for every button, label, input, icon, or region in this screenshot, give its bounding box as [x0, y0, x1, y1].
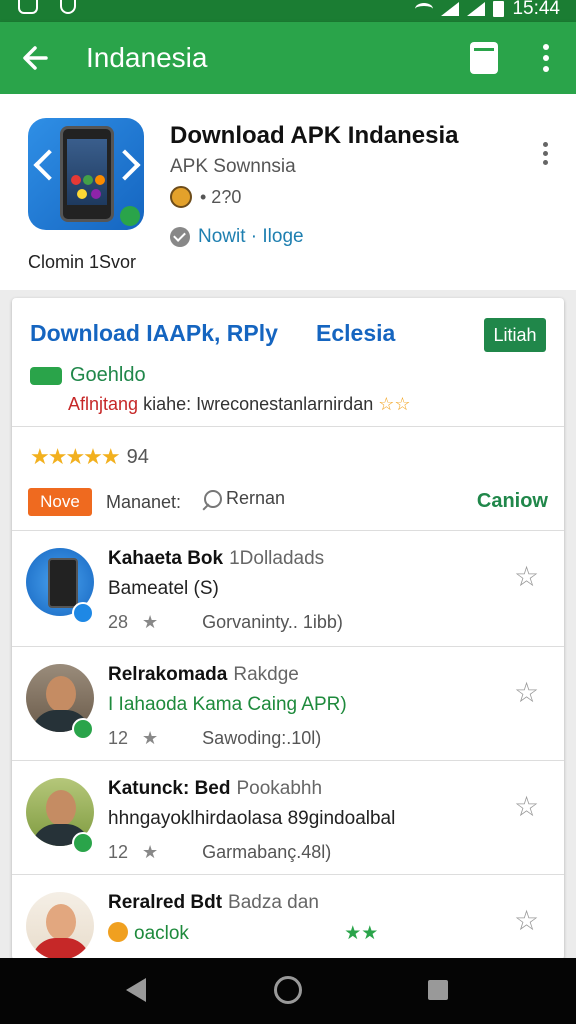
system-nav-bar: [0, 958, 576, 1024]
item-meta-text: Gorvaninty.. 1ibb): [202, 612, 343, 632]
page-title: Indanesia: [86, 42, 208, 73]
document-icon[interactable]: [470, 42, 498, 74]
wifi-icon: [415, 3, 434, 15]
item-meta: 12 ★ Garmabanç.48l): [108, 842, 331, 863]
rating-count: • 2?0: [200, 186, 242, 207]
rating-summary: • 2?0: [170, 186, 241, 208]
rating-row: ★★★★★ 94: [30, 444, 149, 470]
star-icon: ★: [142, 842, 159, 862]
tagline-text: kiahe: Iwreconestanlarnirdan: [143, 394, 374, 414]
view-button[interactable]: Litiah: [484, 318, 546, 352]
tagline: Aflnjtang kiahe: Iwreconestanlarnirdan ☆…: [68, 394, 411, 415]
signal-icon: [441, 2, 460, 16]
card-title: Download IAAPk, RPly: [30, 320, 278, 346]
tag-icon: [30, 366, 62, 385]
verified-text: Nowit · Iloge: [198, 226, 304, 247]
check-circle-icon: [170, 227, 190, 247]
rating-value: 94: [126, 445, 149, 468]
verified-badge-icon: [72, 602, 94, 624]
item-count: 12: [108, 842, 129, 862]
star-icon: ★: [142, 612, 159, 632]
search-label: Rernan: [226, 488, 286, 508]
notification-icon: [18, 0, 38, 14]
list-item[interactable]: Kahaeta Bok 1Dolladads Bameatel (S) 28 ★ …: [12, 532, 564, 646]
battery-icon: [493, 1, 505, 17]
divider: [12, 646, 564, 647]
item-name: Reralred Bdt: [108, 892, 223, 913]
icon-caption: Clomin 1Svor: [28, 252, 137, 272]
item-name: Kahaeta Bok: [108, 548, 224, 569]
app-bar: Indanesia: [0, 22, 576, 94]
see-all-link[interactable]: Caniow: [477, 490, 548, 513]
app-name: Download APK Indanesia: [170, 122, 459, 149]
verified-badge-icon: [72, 718, 94, 740]
divider: [12, 530, 564, 531]
star-outline-icon[interactable]: ☆: [514, 790, 539, 823]
tagline-highlight: Aflnjtang: [68, 394, 139, 414]
search-icon: [204, 489, 222, 508]
list-item[interactable]: Reralred Bdt Badza dan oaclok ★★ ☆: [12, 876, 564, 960]
nav-back-icon[interactable]: [126, 978, 146, 1002]
avatar: [26, 892, 94, 960]
star-icon: ★: [142, 728, 159, 748]
item-description: oaclok ★★: [108, 922, 378, 945]
category-chip[interactable]: Goehldo: [30, 364, 146, 387]
publisher-name[interactable]: APK Sownnsia: [170, 156, 296, 178]
item-description: Bameatel (S): [108, 578, 219, 599]
status-time: 15:44: [512, 0, 560, 19]
item-subtitle: Rakdge: [233, 664, 299, 685]
content-card: Download IAAPk, RPly Eclesia Litiah Goeh…: [12, 298, 564, 960]
divider: [12, 426, 564, 427]
star-outline-icon[interactable]: ☆: [514, 560, 539, 593]
card-title-right: Eclesia: [316, 320, 396, 346]
item-count: 12: [108, 728, 129, 748]
star-outline-icon[interactable]: ☆: [514, 904, 539, 937]
nav-home-icon[interactable]: [274, 976, 302, 1004]
user-face-icon: [170, 186, 192, 208]
filter-row: Nove Mananet: Rernan Caniow: [28, 488, 548, 518]
app-icon: [28, 118, 144, 230]
divider: [12, 760, 564, 761]
item-description: hhngayoklhirdaolasa 89gindoalbal: [108, 808, 396, 829]
item-subtitle: Pookabhh: [236, 778, 323, 799]
download-badge-icon: [120, 206, 140, 226]
status-bar: 15:44: [0, 0, 576, 22]
item-name: Katunck: Bed: [108, 778, 231, 799]
signal-icon: [467, 2, 486, 16]
item-description: I Iahaoda Kama Caing APR): [108, 694, 347, 715]
verified-badge-icon: [72, 832, 94, 854]
item-meta: 28 ★ Gorvaninty.. 1ibb): [108, 612, 343, 633]
rating-stars: ★★★★★: [30, 444, 121, 469]
new-chip[interactable]: Nove: [28, 488, 92, 516]
item-meta-text: Sawoding:.10l): [202, 728, 322, 748]
divider: [12, 874, 564, 875]
more-vert-icon[interactable]: [532, 44, 560, 74]
tagline-stars: ☆☆: [378, 394, 411, 414]
item-meta: 12 ★ Sawoding:.10l): [108, 728, 321, 749]
list-item[interactable]: Katunck: Bed Pookabhh hhngayoklhirdaolasa…: [12, 762, 564, 876]
chip-label: Goehldo: [70, 364, 146, 386]
item-description-text: oaclok: [134, 923, 189, 944]
item-name: Relrakomada: [108, 664, 228, 685]
filter-label: Mananet:: [106, 492, 182, 512]
app-header: Download APK Indanesia APK Sownnsia • 2?…: [0, 94, 576, 290]
item-subtitle: Badza dan: [228, 892, 319, 913]
list-item[interactable]: Relrakomada Rakdge I Iahaoda Kama Caing A…: [12, 648, 564, 762]
star-outline-icon[interactable]: ☆: [514, 676, 539, 709]
item-subtitle: 1Dolladads: [229, 548, 325, 569]
emoji-icon: [108, 922, 128, 942]
notification-icon: [60, 0, 76, 14]
nav-recents-icon[interactable]: [428, 980, 448, 1000]
search-filter[interactable]: Rernan: [204, 488, 285, 509]
arrow-left-icon[interactable]: [18, 40, 54, 76]
verified-row: Nowit · Iloge: [170, 226, 304, 248]
item-stars: ★★: [344, 923, 379, 944]
item-meta-text: Garmabanç.48l): [202, 842, 332, 862]
item-count: 28: [108, 612, 129, 632]
more-vert-icon[interactable]: [538, 142, 552, 172]
